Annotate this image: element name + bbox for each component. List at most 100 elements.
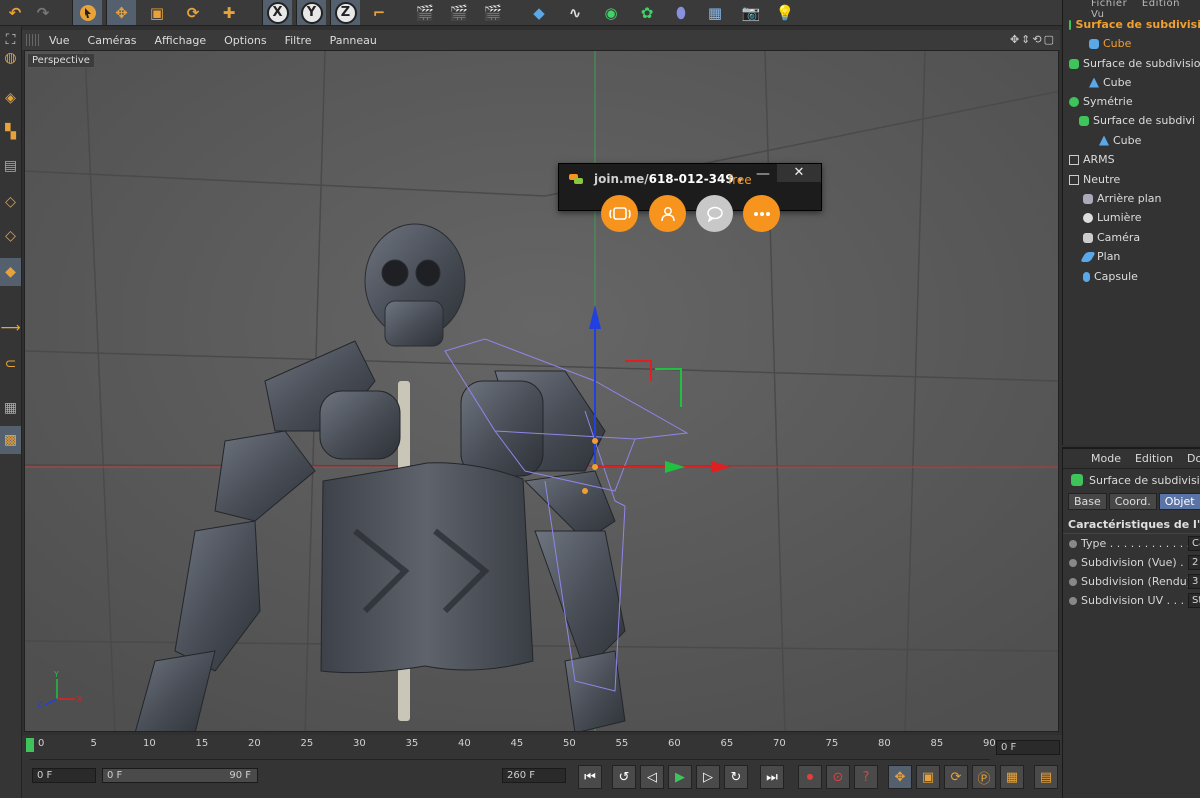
snap-icon[interactable]: ⊂ [0,350,21,378]
menu-vue[interactable]: Vue [40,34,79,47]
object-row[interactable]: Cube [1063,131,1200,150]
z-axis-lock-icon[interactable]: Z [330,0,360,25]
floor-icon[interactable]: ▦ [700,0,730,25]
menu-edition[interactable]: Edition [1142,0,1180,9]
animation-dot-icon[interactable] [1069,558,1077,567]
tab-objet[interactable]: Objet [1158,493,1200,510]
participants-button[interactable] [649,195,686,232]
redo-icon[interactable]: ↷ [28,0,58,25]
type-value[interactable]: Ca [1188,536,1200,551]
animation-dot-icon[interactable] [1069,577,1077,586]
current-frame-field[interactable]: 0 F [996,740,1060,755]
x-axis-lock-icon[interactable]: X [262,0,292,25]
keyframe-selection-icon[interactable]: ? [854,765,878,789]
render-settings-icon[interactable]: 🎬 [478,0,508,25]
3d-viewport[interactable]: Y X Z Perspective [24,50,1059,732]
next-key-icon[interactable]: ↻ [724,765,748,789]
attribute-row-subdivision-uv[interactable]: Subdivision UV . . . .St [1063,591,1200,610]
object-row[interactable]: ARMS [1063,150,1200,169]
subdivision-rendu-value[interactable]: 3 [1188,574,1200,589]
subdivision-uv-value[interactable]: St [1188,593,1200,608]
key-pla-icon[interactable]: ▦ [1000,765,1024,789]
object-row[interactable]: Symétrie [1063,92,1200,111]
range-slider[interactable]: 0 F 90 F [102,768,258,783]
polygons-mode-icon[interactable]: ◆ [0,258,21,286]
render-view-icon[interactable]: 🎬 [410,0,440,25]
menu-dor[interactable]: Dor [1187,452,1200,465]
previous-frame-icon[interactable]: ◁ [640,765,664,789]
attribute-row-subdivision-vue[interactable]: Subdivision (Vue) . .2 [1063,553,1200,572]
end-frame-field[interactable]: 260 F [502,768,566,783]
cube-primitive-icon[interactable]: ◆ [524,0,554,25]
key-position-icon[interactable]: ✥ [888,765,912,789]
spline-icon[interactable]: ∿ [560,0,590,25]
close-icon[interactable]: ✕ [777,164,821,182]
tab-base[interactable]: Base [1068,493,1107,510]
object-row[interactable]: Arrière plan [1063,189,1200,208]
render-picture-viewer-icon[interactable]: 🎬 [444,0,474,25]
key-scale-icon[interactable]: ▣ [916,765,940,789]
menu-fichier[interactable]: Fichier [1091,0,1127,9]
next-frame-icon[interactable]: ▷ [696,765,720,789]
tab-coord[interactable]: Coord. [1108,493,1157,510]
start-frame-field[interactable]: 0 F [32,768,96,783]
object-row[interactable]: Caméra [1063,228,1200,247]
key-parameter-icon[interactable]: Ⓟ [972,765,996,789]
coordinate-system-icon[interactable]: ⌐ [364,0,394,25]
autokey-icon[interactable]: ⊙ [826,765,850,789]
move-tool-icon[interactable]: ✥ [106,0,136,25]
key-rotation-icon[interactable]: ⟳ [944,765,968,789]
play-icon[interactable]: ▶ [668,765,692,789]
minimize-icon[interactable]: — [756,166,770,182]
menu-panneau[interactable]: Panneau [321,34,386,47]
menu-mode[interactable]: Mode [1091,452,1121,465]
animation-dot-icon[interactable] [1069,596,1077,605]
add-tool-icon[interactable]: ✚ [214,0,244,25]
texture-mode-icon[interactable]: ◍ [0,44,21,72]
go-to-start-icon[interactable]: ⏮ [578,765,602,789]
menu-edition[interactable]: Edition [1135,452,1173,465]
menu-affichage[interactable]: Affichage [145,34,215,47]
subdivision-vue-value[interactable]: 2 [1188,555,1200,570]
scale-tool-icon[interactable]: ▣ [142,0,172,25]
select-tool-icon[interactable] [72,0,102,25]
attribute-row-type[interactable]: Type . . . . . . . . . . . . .Ca [1063,534,1200,553]
chat-button[interactable] [696,195,733,232]
points-mode-icon[interactable]: ◇ [0,188,21,216]
menu-options[interactable]: Options [215,34,275,47]
attribute-row-subdivision-rendu[interactable]: Subdivision (Rendu) 3 [1063,572,1200,591]
menu-filtre[interactable]: Filtre [276,34,321,47]
edges-mode-icon[interactable]: ◇ [0,222,21,250]
record-keys-icon[interactable]: ⏺ [798,765,822,789]
joinme-url[interactable]: join.me/618-012-349 ▾ [594,172,742,186]
timeline-icon[interactable]: ▤ [1034,765,1058,789]
model-mode-icon[interactable]: ◈ [0,84,21,112]
subdivision-surface-icon[interactable]: ◉ [596,0,626,25]
object-row[interactable]: Plan [1063,247,1200,266]
more-options-button[interactable] [743,195,780,232]
axis-mode-icon[interactable]: ⟶ [0,314,21,342]
lock-workplane-icon[interactable]: ▦ [0,394,21,422]
workplane-icon[interactable]: ▤ [0,152,21,180]
object-row[interactable]: Capsule [1063,267,1200,286]
object-row[interactable]: Neutre [1063,170,1200,189]
animation-dot-icon[interactable] [1069,539,1077,548]
object-row[interactable]: Cube [1063,34,1200,53]
deformer-icon[interactable]: ⬮ [666,0,696,25]
object-row[interactable]: Lumière [1063,208,1200,227]
light-icon[interactable]: 💡 [770,0,800,25]
object-row[interactable]: Cube [1063,73,1200,92]
viewport-navigation-icons[interactable]: ✥⇕⟲▢ [1010,33,1056,46]
object-row[interactable]: Surface de subdivisio [1063,54,1200,73]
previous-key-icon[interactable]: ↺ [612,765,636,789]
playhead[interactable] [26,738,34,752]
go-to-end-icon[interactable]: ⏭ [760,765,784,789]
object-row[interactable]: Surface de subdivi [1063,111,1200,130]
screen-share-button[interactable] [601,195,638,232]
camera-icon[interactable]: 📷 [736,0,766,25]
y-axis-lock-icon[interactable]: Y [296,0,326,25]
undo-icon[interactable]: ↶ [0,0,30,25]
object-row[interactable]: Surface de subdivisi [1063,15,1200,34]
panel-grip[interactable] [26,34,40,46]
timeline-ruler[interactable]: 0 5 10 15 20 25 30 35 40 45 50 55 60 65 70 75 80 85 90 [30,738,996,760]
